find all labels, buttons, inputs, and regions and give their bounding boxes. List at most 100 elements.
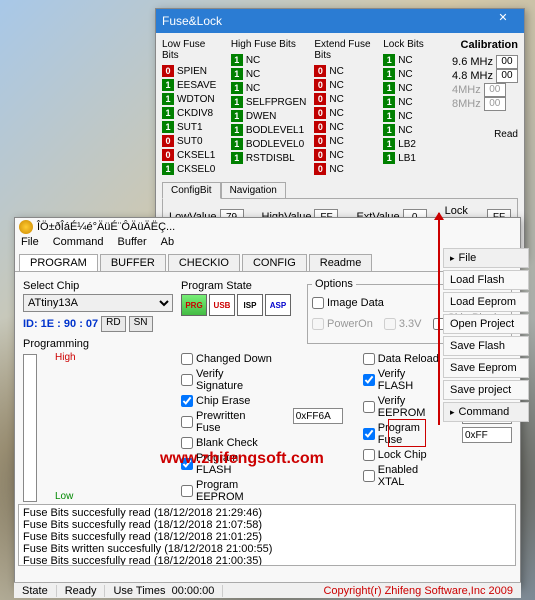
tab-checkio[interactable]: CHECKIO — [168, 254, 240, 271]
high-label: High — [55, 352, 76, 363]
lock-bit-6[interactable]: 1LB2 — [383, 137, 444, 151]
log-panel[interactable]: Fuse Bits succesfully read (18/12/2018 2… — [18, 504, 516, 566]
log-line: Fuse Bits succesfully read (18/12/2018 2… — [23, 531, 511, 543]
poweron-check — [312, 318, 324, 330]
rmenu-open-project[interactable]: Open Project — [443, 314, 529, 334]
rmenu-file[interactable]: File — [443, 248, 529, 268]
check-enabled-xtal[interactable] — [363, 470, 375, 482]
low-fuse-bit-7[interactable]: 1CKSEL0 — [162, 162, 223, 176]
menu-command[interactable]: Command — [53, 236, 104, 254]
bit-icon: 0 — [314, 79, 326, 91]
calib-value: 00 — [484, 83, 506, 97]
low-fuse-bit-6[interactable]: 0CKSEL1 — [162, 148, 223, 162]
tab-program[interactable]: PROGRAM — [19, 254, 98, 271]
programming-label: Programming — [23, 338, 173, 350]
prg-badge: PRG — [181, 294, 207, 316]
menu-buffer[interactable]: Buffer — [117, 236, 146, 254]
rd-button[interactable]: RD — [101, 316, 125, 332]
menu-about[interactable]: Ab — [161, 236, 174, 254]
ext-fuse-bit-2[interactable]: 0NC — [314, 92, 375, 106]
tab-navigation[interactable]: Navigation — [221, 182, 286, 199]
check-lock-chip[interactable] — [363, 449, 375, 461]
prefuse-input[interactable] — [293, 408, 343, 424]
lock-bit-5[interactable]: 1NC — [383, 123, 444, 137]
check-prewritten-fuse[interactable] — [181, 416, 193, 428]
high-fuse-bit-1[interactable]: 1NC — [231, 67, 307, 81]
calib-read-button[interactable]: Read — [494, 129, 518, 140]
bit-icon: 1 — [231, 152, 243, 164]
rmenu-load-eeprom[interactable]: Load Eeprom — [443, 292, 529, 312]
check-verify-signature[interactable] — [181, 374, 193, 386]
high-fuse-bit-6[interactable]: 1BODLEVEL0 — [231, 137, 307, 151]
bit-icon: 1 — [231, 138, 243, 150]
check-chip-erase[interactable] — [181, 395, 193, 407]
lock-bit-2[interactable]: 1NC — [383, 81, 444, 95]
id-value: 1E : 90 : 07 — [41, 318, 98, 330]
main-title: ÎÖ±ðÎáÉ¼é°ÄüÉ¨ÔÄüÄËÇ... — [37, 221, 175, 233]
high-fuse-bit-4[interactable]: 1DWEN — [231, 109, 307, 123]
lock-bit-7[interactable]: 1LB1 — [383, 151, 444, 165]
ext-fuse-bit-7[interactable]: 0NC — [314, 162, 375, 176]
rmenu-save-project[interactable]: Save project — [443, 380, 529, 400]
imagedata-check[interactable] — [312, 297, 324, 309]
status-ready: Ready — [57, 585, 106, 597]
close-icon[interactable]: ✕ — [488, 11, 518, 31]
calib-row-0: 9.6 MHz00 — [452, 55, 518, 69]
bit-icon: 0 — [314, 121, 326, 133]
ext-fuse-title: Extend Fuse Bits — [314, 39, 375, 61]
low-fuse-bit-5[interactable]: 0SUT0 — [162, 134, 223, 148]
bit-icon: 1 — [162, 93, 174, 105]
ext-fuse-bit-6[interactable]: 0NC — [314, 148, 375, 162]
low-fuse-bit-0[interactable]: 0SPIEN — [162, 64, 223, 78]
fuselock-titlebar[interactable]: Fuse&Lock ✕ — [156, 9, 524, 33]
check-program-fuse[interactable] — [363, 428, 375, 440]
high-fuse-bit-5[interactable]: 1BODLEVEL1 — [231, 123, 307, 137]
high-fuse-bit-3[interactable]: 1SELFPRGEN — [231, 95, 307, 109]
rmenu-save-eeprom[interactable]: Save Eeprom — [443, 358, 529, 378]
progress-bar — [23, 354, 37, 502]
high-fuse-bit-7[interactable]: 1RSTDISBL — [231, 151, 307, 165]
high-fuse-bit-2[interactable]: 1NC — [231, 81, 307, 95]
tab-config[interactable]: CONFIG — [242, 254, 307, 271]
low-fuse-bit-4[interactable]: 1SUT1 — [162, 120, 223, 134]
menu-file[interactable]: File — [21, 236, 39, 254]
ext-fuse-bit-0[interactable]: 0NC — [314, 64, 375, 78]
sn-button[interactable]: SN — [129, 316, 153, 332]
log-line: Fuse Bits succesfully read (18/12/2018 2… — [23, 507, 511, 519]
bit-icon: 0 — [314, 93, 326, 105]
lock-bit-1[interactable]: 1NC — [383, 67, 444, 81]
ext-fuse-bit-4[interactable]: 0NC — [314, 120, 375, 134]
lockchip-input[interactable] — [462, 427, 512, 443]
rmenu-command[interactable]: Command — [443, 402, 529, 422]
bit-icon: 1 — [383, 110, 395, 122]
low-fuse-bit-3[interactable]: 1CKDIV8 — [162, 106, 223, 120]
low-fuse-title: Low Fuse Bits — [162, 39, 223, 61]
bit-icon: 1 — [383, 124, 395, 136]
id-label: ID: — [23, 318, 38, 330]
tab-configbit[interactable]: ConfigBit — [162, 182, 221, 199]
lock-bit-0[interactable]: 1NC — [383, 53, 444, 67]
lock-bit-4[interactable]: 1NC — [383, 109, 444, 123]
low-fuse-bit-2[interactable]: 1WDTON — [162, 92, 223, 106]
check-changed-down[interactable] — [181, 353, 193, 365]
lock-bit-3[interactable]: 1NC — [383, 95, 444, 109]
check-verify-flash[interactable] — [363, 374, 375, 386]
check-program-eeprom[interactable] — [181, 485, 193, 497]
rmenu-load-flash[interactable]: Load Flash — [443, 270, 529, 290]
calibration-title: Calibration — [461, 39, 518, 51]
check-program-flash[interactable] — [181, 458, 193, 470]
rmenu-save-flash[interactable]: Save Flash — [443, 336, 529, 356]
ext-fuse-bit-5[interactable]: 0NC — [314, 134, 375, 148]
check-verify-eeprom[interactable] — [363, 401, 375, 413]
tab-readme[interactable]: Readme — [309, 254, 373, 271]
low-fuse-bit-1[interactable]: 1EESAVE — [162, 78, 223, 92]
app-icon — [19, 220, 33, 234]
check-blank-check[interactable] — [181, 437, 193, 449]
ext-fuse-bit-3[interactable]: 0NC — [314, 106, 375, 120]
check-data-reload[interactable] — [363, 353, 375, 365]
chip-select[interactable]: ATtiny13A — [23, 294, 173, 312]
calib-row-3: 8MHz00 — [452, 97, 518, 111]
ext-fuse-bit-1[interactable]: 0NC — [314, 78, 375, 92]
tab-buffer[interactable]: BUFFER — [100, 254, 166, 271]
high-fuse-bit-0[interactable]: 1NC — [231, 53, 307, 67]
